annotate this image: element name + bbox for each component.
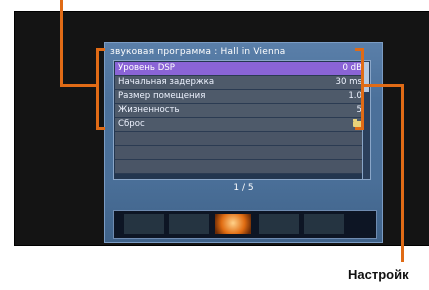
callout-line xyxy=(364,84,404,87)
list-item-initial-delay[interactable]: Начальная задержка 30 ms xyxy=(115,76,366,90)
sound-program-menu: звуковая программа : Hall in Vienna Уров… xyxy=(104,42,383,243)
program-icon[interactable] xyxy=(259,214,299,234)
item-label: Жизненность xyxy=(118,105,180,115)
item-label: Размер помещения xyxy=(118,91,206,101)
scrollbar-thumb[interactable] xyxy=(364,62,369,92)
list-item-room-size[interactable]: Размер помещения 1.0 xyxy=(115,90,366,104)
callout-bracket-left xyxy=(96,48,105,130)
page-indicator: 1 / 5 xyxy=(233,183,254,193)
menu-title: звуковая программа : Hall in Vienna xyxy=(110,47,286,57)
callout-line xyxy=(401,84,404,262)
program-icon[interactable] xyxy=(124,214,164,234)
list-item-empty xyxy=(115,132,366,146)
callout-line xyxy=(60,0,63,87)
list-item-empty xyxy=(115,160,366,174)
tv-screen: звуковая программа : Hall in Vienna Уров… xyxy=(14,11,429,246)
list-item-empty xyxy=(115,146,366,160)
program-icon[interactable] xyxy=(169,214,209,234)
callout-line xyxy=(60,84,96,87)
list-item-dsp-level[interactable]: Уровень DSP 0 dB xyxy=(115,62,366,76)
callout-caption: Настройк xyxy=(348,267,409,282)
concert-hall-icon[interactable] xyxy=(215,214,251,234)
item-label: Уровень DSP xyxy=(118,63,175,73)
item-label: Начальная задержка xyxy=(118,77,215,87)
parameter-list: Уровень DSP 0 dB Начальная задержка 30 m… xyxy=(113,60,370,180)
list-item-reset[interactable]: Сброс xyxy=(115,118,366,132)
program-icon[interactable] xyxy=(304,214,344,234)
callout-bracket-right xyxy=(355,48,364,130)
item-label: Сброс xyxy=(118,119,145,129)
list-item-liveness[interactable]: Жизненность 5 xyxy=(115,104,366,118)
program-icon-strip xyxy=(113,210,377,239)
